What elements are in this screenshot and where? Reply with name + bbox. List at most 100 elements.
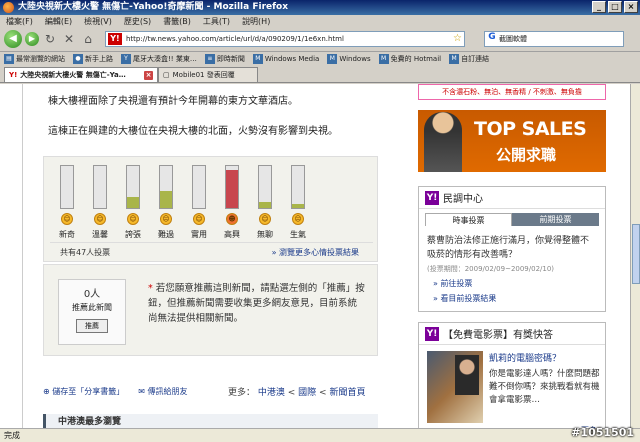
menu-bar: 檔案(F) 編輯(E) 檢視(V) 歷史(S) 書籤(B) 工具(T) 說明(H… [0, 15, 640, 28]
content-border [22, 84, 23, 428]
bookmark-weiya[interactable]: Y 尾牙大湊盒!! 業東… [121, 54, 197, 64]
yahoo-logo-icon: Y! [425, 326, 439, 341]
menu-view[interactable]: 檢視(V) [84, 15, 112, 28]
movie-title: 【免費電影票】有獎快答 [443, 330, 553, 341]
bookmark-getting-started[interactable]: ● 新手上路 [73, 54, 113, 64]
menu-history[interactable]: 歷史(S) [124, 15, 151, 28]
minimize-button[interactable]: _ [592, 1, 606, 13]
firefox-icon [3, 2, 14, 13]
mood-face-icon[interactable]: ☺ [127, 213, 139, 225]
tab-close-icon[interactable]: × [144, 70, 153, 80]
google-icon: G [488, 32, 496, 42]
mood-bar-1 [93, 165, 107, 209]
poll-tabs: 時事投票 前期投票 [425, 213, 599, 226]
search-box[interactable]: G 截圖軟體 [484, 31, 624, 47]
bookmark-windows[interactable]: M Windows [327, 54, 371, 64]
bookmark-windows-media[interactable]: M Windows Media [252, 54, 319, 64]
ad-subline: 公開求職 [496, 146, 557, 164]
mood-bar-4 [192, 165, 206, 209]
mood-face-icon[interactable]: ☺ [94, 213, 106, 225]
ad-headline: TOP SALES [474, 118, 587, 140]
vote-total: 共有47人投票 [60, 248, 111, 257]
window-title: 大陸央視新大樓火警 無傷亡-Yahoo!奇摩新聞 - Mozilla Firef… [18, 2, 289, 12]
mood-bar-7 [291, 165, 305, 209]
maximize-button[interactable]: □ [608, 1, 622, 13]
reload-icon[interactable]: ↻ [42, 31, 58, 47]
page-icon: ▢ [163, 70, 170, 79]
bookmarks-toolbar: ▤ 最常瀏覽的網站 ● 新手上路 Y 尾牙大湊盒!! 業東… ≡ 即時新聞 M Windo… [0, 51, 640, 66]
top-sales-ad[interactable]: TOP SALES 公開求職 [418, 110, 606, 172]
movie-blurb: 凱莉的電腦密碼？ 你是電影達人嗎？什麼問題都難不倒你嗎？來挑戰看就有機會拿電影票… [489, 353, 601, 407]
menu-bookmarks[interactable]: 書籤(B) [163, 15, 191, 28]
bookmark-star-icon[interactable]: ☆ [453, 33, 462, 44]
movie-poster-image[interactable] [427, 351, 483, 423]
more-link-hk-macau[interactable]: 中港澳 [258, 388, 285, 398]
yahoo-favicon-icon: Y! [9, 70, 18, 79]
mood-face-icon[interactable]: ☻ [226, 213, 238, 225]
bookmark-hotmail[interactable]: M 免費的 Hotmail [378, 54, 441, 64]
home-icon[interactable]: ⌂ [80, 31, 96, 47]
mood-bar-0 [60, 165, 74, 209]
mood-face-icon[interactable]: ☹ [160, 213, 172, 225]
tab-current-poll[interactable]: 時事投票 [425, 213, 513, 226]
page-scrollbar[interactable] [630, 84, 640, 428]
bookmark-custom-links[interactable]: M 自訂連結 [449, 54, 489, 64]
forward-button[interactable]: ▶ [25, 32, 39, 46]
mood-label[interactable]: 新奇 [52, 229, 82, 240]
url-bar[interactable]: Y! http://tw.news.yahoo.com/article/url/… [105, 31, 465, 47]
more-link-international[interactable]: 國際 [298, 388, 316, 398]
mood-label[interactable]: 無聊 [250, 229, 280, 240]
vote-results-link[interactable]: » 瀏覽更多心情投票結果 [272, 247, 359, 258]
movie-actor-image [455, 355, 479, 395]
movie-headline-link[interactable]: 凱莉的電腦密碼？ [489, 353, 601, 366]
back-button[interactable]: ◀ [4, 30, 22, 48]
scrollbar-thumb[interactable] [632, 224, 640, 284]
stop-icon[interactable]: ✕ [61, 31, 77, 47]
bookmark-most-visited[interactable]: ▤ 最常瀏覽的網站 [4, 54, 65, 64]
menu-file[interactable]: 檔案(F) [6, 15, 33, 28]
mood-label[interactable]: 實用 [184, 229, 214, 240]
recommend-panel: 0人 推薦此新聞 推薦 * 若您願意推薦這則新聞，請點選左側的「推薦」按鈕，但推薦… [43, 264, 378, 356]
poll-results-link[interactable]: » 看目前投票結果 [419, 291, 605, 306]
mood-face-icon[interactable]: ☺ [259, 213, 271, 225]
mood-vote-panel: 共有47人投票 » 瀏覽更多心情投票結果 ☺ 新奇 ☺ 溫馨 ☺ 誇張 ☹ 難過 ☺ 實用 ☻ 高興 ☺… [43, 156, 378, 262]
more-link-news-home[interactable]: 新聞首頁 [329, 388, 365, 398]
close-button[interactable]: × [624, 1, 638, 13]
mood-bar-2 [126, 165, 140, 209]
recommend-counter: 0人 推薦此新聞 推薦 [58, 279, 126, 345]
movie-description: 你是電影達人嗎？什麼問題都難不倒你嗎？來挑戰看就有機會拿電影票… [489, 369, 600, 405]
mood-label[interactable]: 生氣 [283, 229, 313, 240]
menu-edit[interactable]: 編輯(E) [45, 15, 72, 28]
mood-label[interactable]: 高興 [217, 229, 247, 240]
tab-cctv-fire[interactable]: Y! 大陸央視新大樓火警 無傷亡-Ya… × [4, 67, 158, 82]
page-content: 棟大樓裡面除了央視還有預計今年開幕的東方文華酒店。 這棟正在興建的大樓位在央視大… [0, 84, 630, 428]
bookmark-news[interactable]: ≡ 即時新聞 [204, 54, 245, 64]
mood-label[interactable]: 誇張 [118, 229, 148, 240]
recommend-label: 推薦此新聞 [72, 303, 112, 312]
email-friend-link[interactable]: ✉ 傳訊給朋友 [138, 386, 187, 397]
top-ad-banner[interactable]: 不含濃石粉、無泊、無香精 / 不刺激、無負擔 [418, 84, 606, 100]
menu-help[interactable]: 說明(H) [242, 15, 270, 28]
tab-past-poll[interactable]: 前期投票 [512, 213, 599, 226]
firefox-small-icon: ● [73, 54, 83, 64]
movie-header: Y! 【免費電影票】有獎快答 [419, 323, 605, 345]
mood-bar-5 [225, 165, 239, 209]
msn-icon: M [327, 54, 338, 64]
recommend-button[interactable]: 推薦 [76, 319, 108, 333]
more-links: 更多： 中港澳 < 國際 < 新聞首頁 [228, 388, 366, 398]
share-links: ⊕ 儲存至「分享書籤」 ✉ 傳訊給朋友 [43, 386, 188, 397]
poll-date: (投票期間：2009/02/09~2009/02/10) [427, 265, 555, 273]
mood-face-icon[interactable]: ☺ [193, 213, 205, 225]
share-bookmark-link[interactable]: ⊕ 儲存至「分享書籤」 [43, 386, 124, 397]
mood-bar-fill [292, 204, 304, 208]
poll-title: 民調中心 [443, 194, 483, 205]
url-text: http://tw.news.yahoo.com/article/url/d/a… [126, 35, 344, 43]
poll-question[interactable]: 蔡曹防治法修正施行滿月，你覺得整體不吸菸的情形有改善嗎？ [419, 226, 605, 262]
mood-label[interactable]: 難過 [151, 229, 181, 240]
mood-label[interactable]: 溫馨 [85, 229, 115, 240]
menu-tools[interactable]: 工具(T) [203, 15, 230, 28]
tab-mobile01[interactable]: ▢ Mobile01 發表回覆 [158, 67, 258, 82]
mood-face-icon[interactable]: ☹ [292, 213, 304, 225]
mood-face-icon[interactable]: ☺ [61, 213, 73, 225]
poll-vote-link[interactable]: » 前往投票 [419, 276, 605, 291]
